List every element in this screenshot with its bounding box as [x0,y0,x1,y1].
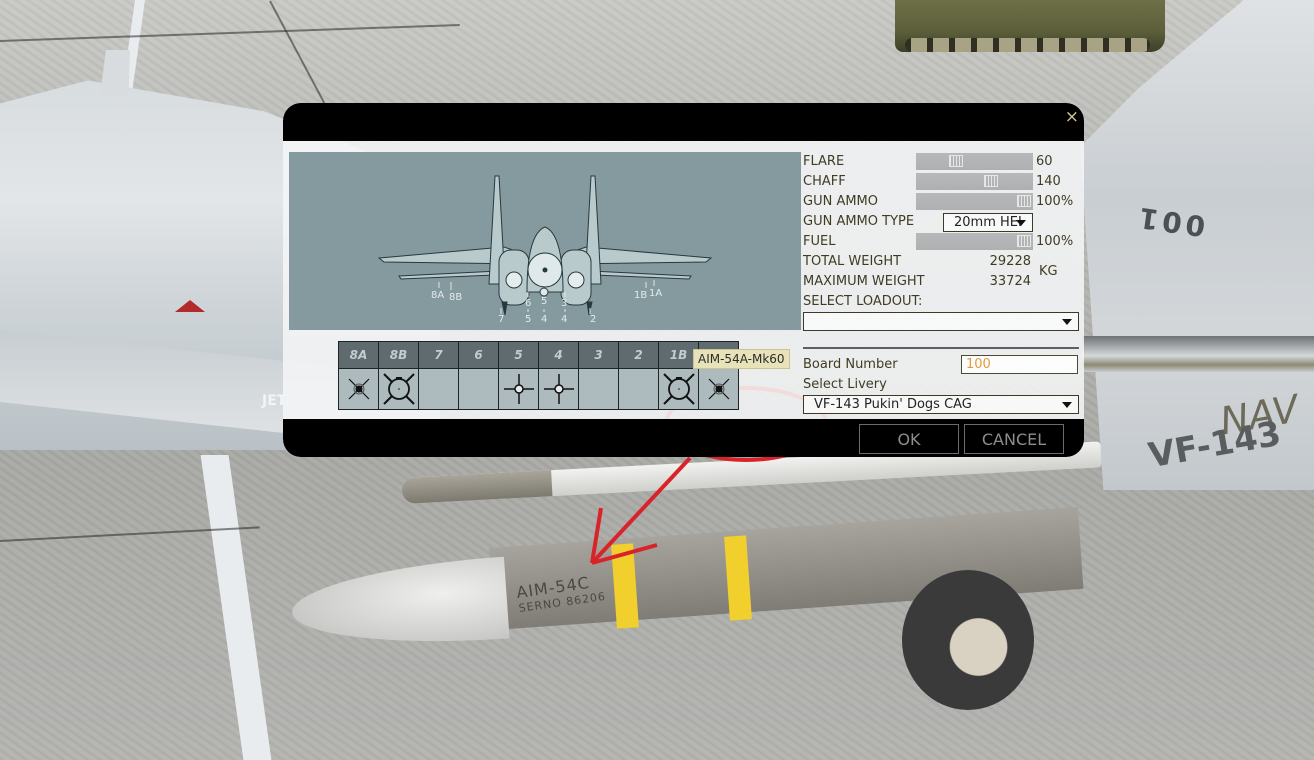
total-weight-label: TOTAL WEIGHT [803,254,902,269]
slot-8b[interactable] [378,368,419,410]
pylon-label-5-upper: 5 [541,296,547,307]
aim9-icon [708,378,729,400]
total-weight-row: TOTAL WEIGHT 29228 [803,252,1079,272]
slot-1a[interactable] [698,368,739,410]
loadout-dropdown[interactable] [803,312,1079,331]
chevron-down-icon [1062,402,1072,408]
maximum-weight-label: MAXIMUM WEIGHT [803,274,925,289]
gun-ammo-slider-thumb[interactable] [1017,195,1031,207]
pylon-label-8a: 8A [431,290,444,301]
maximum-weight-row: MAXIMUM WEIGHT 33724 [803,272,1079,292]
chaff-label: CHAFF [803,174,846,189]
form-divider [803,347,1079,349]
aim54-icon [382,373,415,405]
ok-button[interactable]: OK [859,424,959,454]
fuel-label: FUEL [803,234,836,249]
slot-header-4: 4 [538,341,579,369]
slot-8a[interactable] [338,368,379,410]
dialog-content: 8A 8B 7 6 5 5 4 4 3 2 1B 1A 8A 8B 7 6 5 … [283,141,1084,419]
fuel-slider-thumb[interactable] [1017,235,1031,247]
slot-header-5: 5 [498,341,539,369]
weight-unit: KG [1039,264,1058,279]
f14-front-view-icon: 8A 8B 7 6 5 5 4 4 3 2 1B 1A [377,175,713,325]
flare-slider-thumb[interactable] [949,155,964,167]
livery-selected: VF-143 Pukin' Dogs CAG [814,397,972,412]
slot-6[interactable] [458,368,499,410]
slot-3[interactable] [578,368,619,410]
gun-ammo-type-label: GUN AMMO TYPE [803,214,915,229]
slot-5[interactable] [498,368,539,410]
gun-ammo-slider[interactable] [916,193,1033,210]
flare-value: 60 [1036,154,1053,169]
dialog-footer: OK CANCEL [283,419,1084,457]
fuel-value: 100% [1036,234,1074,249]
flare-slider[interactable] [916,153,1033,170]
aim7-icon [503,374,534,404]
slot-header-8b: 8B [378,341,419,369]
slot-7[interactable] [418,368,459,410]
dialog-titlebar: × [283,103,1084,141]
gun-ammo-value: 100% [1036,194,1074,209]
pylon-label-4-lower: 4 [561,314,567,325]
select-loadout-label: SELECT LOADOUT: [803,294,923,309]
pylon-slot-table: 8A 8B 7 6 5 4 3 2 1B 1A [338,341,739,410]
pylon-label-2: 2 [590,314,596,325]
pylon-label-1b: 1B [634,290,647,301]
pylon-label-7: 7 [498,314,504,325]
pylon-label-4-upper: 4 [541,314,547,325]
chaff-slider-thumb[interactable] [983,175,998,187]
slot-1b[interactable] [658,368,699,410]
gun-ammo-label: GUN AMMO [803,194,879,209]
fuel-slider[interactable] [916,233,1033,250]
pylon-label-6: 6 [525,298,531,309]
slot-2[interactable] [618,368,659,410]
livery-label: Select Livery [803,377,887,392]
aim7-icon [543,374,574,404]
weapon-tooltip: AIM-54A-Mk60 [693,349,790,369]
aim54-icon [662,373,695,405]
flare-label: FLARE [803,154,845,169]
slot-header-row: 8A 8B 7 6 5 4 3 2 1B 1A [338,341,739,369]
gun-ammo-type-dropdown[interactable]: 20mm HEI [943,213,1033,232]
slot-header-2: 2 [618,341,659,369]
slot-header-8a: 8A [338,341,379,369]
slot-weapon-row [338,368,739,410]
pylon-label-5-lower: 5 [525,314,531,325]
chevron-down-icon [1016,220,1026,226]
loadout-dialog: × 8A 8B 7 6 5 5 4 4 3 2 1B 1A 8A 8B 7 6 … [283,103,1084,457]
total-weight-value: 29228 [989,254,1031,269]
chaff-value: 140 [1036,174,1061,189]
aircraft-pylon-preview: 8A 8B 7 6 5 5 4 4 3 2 1B 1A [289,152,801,330]
slot-header-7: 7 [418,341,459,369]
pylon-label-3: 3 [561,298,567,309]
pylon-label-8b: 8B [449,292,462,303]
board-number-input[interactable]: 100 [961,355,1078,374]
cancel-button[interactable]: CANCEL [964,424,1064,454]
aim9-icon [348,378,369,400]
gun-ammo-type-selected: 20mm HEI [954,215,1022,230]
pylon-label-1a: 1A [649,288,662,299]
chaff-slider[interactable] [916,173,1033,190]
maximum-weight-value: 33724 [989,274,1031,289]
board-number-label: Board Number [803,357,898,372]
slot-header-3: 3 [578,341,619,369]
slot-4[interactable] [538,368,579,410]
chevron-down-icon [1062,319,1072,325]
slot-header-6: 6 [458,341,499,369]
close-icon[interactable]: × [1065,107,1079,127]
livery-dropdown[interactable]: VF-143 Pukin' Dogs CAG [803,395,1079,414]
